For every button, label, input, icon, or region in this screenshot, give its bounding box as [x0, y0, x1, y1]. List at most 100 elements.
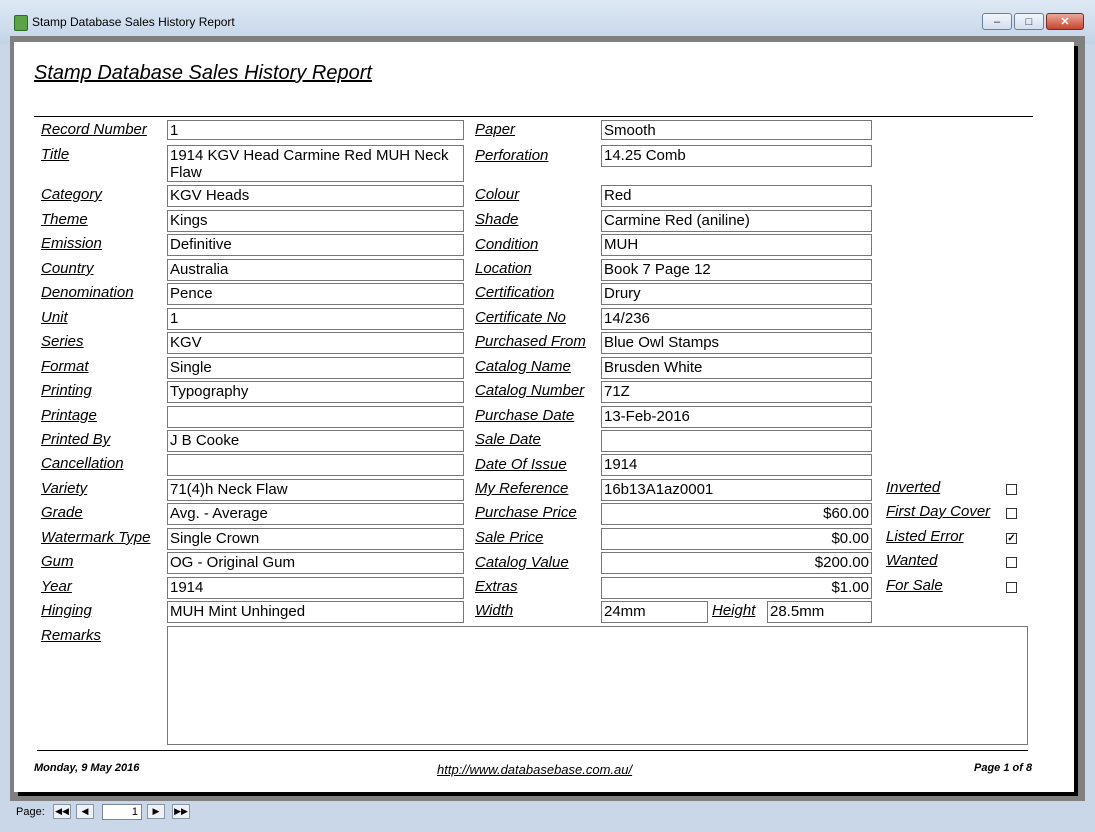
- catalog-name-label: Catalog Name: [475, 358, 571, 375]
- my-reference-field: 16b13A1az0001: [601, 479, 872, 501]
- location-field: Book 7 Page 12: [601, 259, 872, 281]
- colour-field: Red: [601, 185, 872, 207]
- for-sale-checkbox: [1006, 582, 1017, 593]
- app-icon: [14, 15, 28, 31]
- next-page-button[interactable]: ▶: [147, 804, 165, 819]
- footer-date: Monday, 9 May 2016: [34, 762, 140, 774]
- inverted-checkbox: [1006, 484, 1017, 495]
- sale-price-field: $0.00: [601, 528, 872, 550]
- printed-by-field: J B Cooke: [167, 430, 464, 452]
- for-sale-label: For Sale: [886, 577, 943, 594]
- condition-label: Condition: [475, 236, 539, 253]
- certification-label: Certification: [475, 284, 555, 301]
- first-page-button[interactable]: ◀◀: [53, 804, 71, 819]
- gum-field: OG - Original Gum: [167, 552, 464, 574]
- header-divider: [34, 116, 1033, 117]
- catalog-value-field: $200.00: [601, 552, 872, 574]
- cancellation-label: Cancellation: [41, 455, 124, 472]
- printage-field: [167, 406, 464, 428]
- series-label: Series: [41, 333, 84, 350]
- listed-error-label: Listed Error: [886, 528, 964, 545]
- date-of-issue-field: 1914: [601, 454, 872, 476]
- emission-field: Definitive: [167, 234, 464, 256]
- purchase-date-field: 13-Feb-2016: [601, 406, 872, 428]
- footer-url-link[interactable]: http://www.databasebase.com.au/: [437, 762, 632, 777]
- purchase-price-field: $60.00: [601, 503, 872, 525]
- shade-field: Carmine Red (aniline): [601, 210, 872, 232]
- record-number-label: Record Number: [41, 121, 147, 138]
- certification-field: Drury: [601, 283, 872, 305]
- location-label: Location: [475, 260, 532, 277]
- category-label: Category: [41, 186, 102, 203]
- theme-field: Kings: [167, 210, 464, 232]
- first-day-cover-label: First Day Cover: [886, 503, 991, 520]
- extras-label: Extras: [475, 578, 518, 595]
- my-reference-label: My Reference: [475, 480, 569, 497]
- theme-label: Theme: [41, 211, 88, 228]
- height-label: Height: [712, 602, 756, 619]
- sale-price-label: Sale Price: [475, 529, 544, 546]
- height-field: 28.5mm: [767, 601, 872, 623]
- purchase-price-label: Purchase Price: [475, 504, 577, 521]
- catalog-number-field: 71Z: [601, 381, 872, 403]
- unit-label: Unit: [41, 309, 68, 326]
- extras-field: $1.00: [601, 577, 872, 599]
- width-field: 24mm: [601, 601, 708, 623]
- category-field: KGV Heads: [167, 185, 464, 207]
- denomination-label: Denomination: [41, 284, 134, 301]
- date-of-issue-label: Date Of Issue: [475, 456, 567, 473]
- remarks-label: Remarks: [41, 627, 102, 644]
- purchased-from-field: Blue Owl Stamps: [601, 332, 872, 354]
- report-title: Stamp Database Sales History Report: [34, 62, 372, 84]
- inverted-label: Inverted: [886, 479, 941, 496]
- catalog-value-label: Catalog Value: [475, 554, 569, 571]
- country-label: Country: [41, 260, 94, 277]
- grade-field: Avg. - Average: [167, 503, 464, 525]
- colour-label: Colour: [475, 186, 520, 203]
- window-title: Stamp Database Sales History Report: [32, 15, 235, 29]
- denomination-field: Pence: [167, 283, 464, 305]
- printing-field: Typography: [167, 381, 464, 403]
- last-page-button[interactable]: ▶▶: [172, 804, 190, 819]
- certificate-no-label: Certificate No: [475, 309, 566, 326]
- condition-field: MUH: [601, 234, 872, 256]
- first-day-cover-checkbox: [1006, 508, 1017, 519]
- sale-date-label: Sale Date: [475, 431, 541, 448]
- perforation-label: Perforation: [475, 147, 549, 164]
- grade-label: Grade: [41, 504, 83, 521]
- catalog-name-field: Brusden White: [601, 357, 872, 379]
- printage-label: Printage: [41, 407, 97, 424]
- close-button[interactable]: ✕: [1046, 13, 1084, 30]
- footer-page-number: Page 1 of 8: [974, 762, 1033, 774]
- printing-label: Printing: [41, 382, 92, 399]
- format-label: Format: [41, 358, 89, 375]
- emission-label: Emission: [41, 235, 102, 252]
- page-label: Page:: [16, 806, 45, 818]
- catalog-number-label: Catalog Number: [475, 382, 585, 399]
- unit-field: 1: [167, 308, 464, 330]
- wanted-label: Wanted: [886, 552, 938, 569]
- footer-divider: [37, 750, 1028, 751]
- series-field: KGV: [167, 332, 464, 354]
- maximize-button[interactable]: □: [1014, 13, 1044, 30]
- minimize-button[interactable]: –: [982, 13, 1012, 30]
- country-field: Australia: [167, 259, 464, 281]
- record-number-field: 1: [167, 120, 464, 140]
- previous-page-button[interactable]: ◀: [76, 804, 94, 819]
- variety-field: 71(4)h Neck Flaw: [167, 479, 464, 501]
- hinging-label: Hinging: [41, 602, 92, 619]
- title-field: 1914 KGV Head Carmine Red MUH Neck Flaw: [167, 145, 464, 182]
- variety-label: Variety: [41, 480, 88, 497]
- year-label: Year: [41, 578, 72, 595]
- listed-error-checkbox: ✓: [1006, 533, 1017, 544]
- printed-by-label: Printed By: [41, 431, 111, 448]
- certificate-no-field: 14/236: [601, 308, 872, 330]
- remarks-field: [167, 626, 1028, 745]
- hinging-field: MUH Mint Unhinged: [167, 601, 464, 623]
- width-label: Width: [475, 602, 514, 619]
- page-number-input[interactable]: [102, 804, 142, 820]
- perforation-field: 14.25 Comb: [601, 145, 872, 167]
- cancellation-field: [167, 454, 464, 476]
- gum-label: Gum: [41, 553, 74, 570]
- sale-date-field: [601, 430, 872, 452]
